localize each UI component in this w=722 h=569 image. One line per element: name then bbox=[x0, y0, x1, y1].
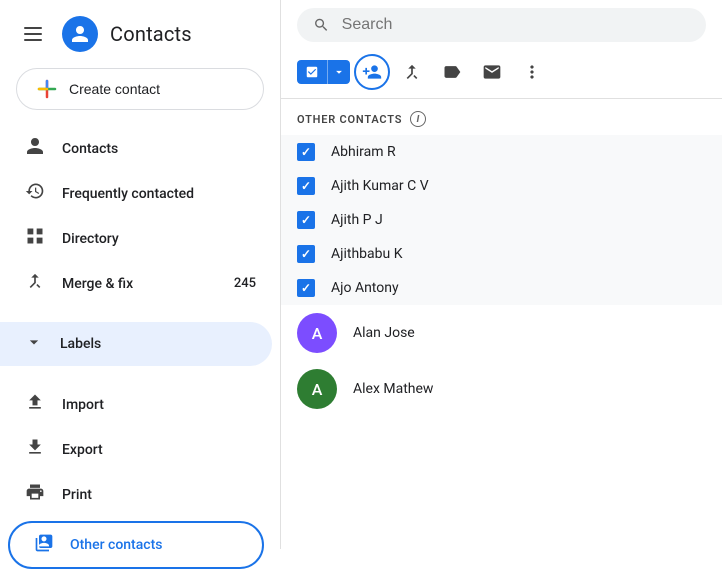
table-row[interactable]: Abhiram R bbox=[281, 135, 722, 169]
search-input[interactable] bbox=[342, 16, 690, 34]
select-all-checkbox[interactable] bbox=[297, 60, 327, 84]
email-icon bbox=[482, 62, 502, 82]
checkbox-icon bbox=[305, 65, 319, 79]
sidebar-item-export[interactable]: Export bbox=[0, 427, 272, 472]
other-contacts-icon bbox=[34, 533, 54, 557]
sidebar-item-other-contacts[interactable]: Other contacts bbox=[8, 521, 264, 569]
main-content: OTHER CONTACTS i Abhiram R Ajith Kumar C… bbox=[280, 0, 722, 549]
sidebar: Contacts Create contact Contacts Frequen… bbox=[0, 0, 280, 549]
table-row[interactable]: Ajith P J bbox=[281, 203, 722, 237]
sidebar-item-frequently-contacted[interactable]: Frequently contacted bbox=[0, 171, 272, 216]
labels-label: Labels bbox=[60, 336, 101, 352]
checkbox-checked[interactable] bbox=[297, 143, 315, 161]
app-title: Contacts bbox=[110, 22, 192, 46]
sidebar-item-contacts[interactable]: Contacts bbox=[0, 126, 272, 171]
export-icon bbox=[24, 437, 46, 462]
merge-icon bbox=[24, 271, 46, 296]
sidebar-item-print[interactable]: Print bbox=[0, 472, 272, 517]
email-button[interactable] bbox=[474, 54, 510, 90]
sidebar-header: Contacts bbox=[0, 8, 280, 64]
select-dropdown-arrow[interactable] bbox=[327, 60, 350, 84]
more-vert-icon bbox=[522, 62, 542, 82]
table-row[interactable]: Ajithbabu K bbox=[281, 237, 722, 271]
dropdown-arrow-icon bbox=[332, 65, 346, 79]
checkbox-checked[interactable] bbox=[297, 177, 315, 195]
add-person-icon bbox=[362, 62, 382, 82]
frequently-contacted-label: Frequently contacted bbox=[62, 186, 194, 202]
section-title: OTHER CONTACTS bbox=[297, 113, 402, 126]
import-label: Import bbox=[62, 397, 104, 413]
merge-fix-label: Merge & fix bbox=[62, 276, 133, 292]
label-icon bbox=[442, 62, 462, 82]
avatar: A bbox=[297, 313, 337, 353]
contact-name: Ajith P J bbox=[331, 212, 383, 228]
label-button[interactable] bbox=[434, 54, 470, 90]
contact-name: Alex Mathew bbox=[353, 381, 433, 397]
checkbox-checked[interactable] bbox=[297, 211, 315, 229]
sidebar-item-merge-fix[interactable]: Merge & fix 245 bbox=[0, 261, 272, 306]
plus-icon bbox=[37, 79, 57, 99]
add-to-contacts-button[interactable] bbox=[354, 54, 390, 90]
table-row[interactable]: A Alan Jose bbox=[281, 305, 722, 361]
table-row[interactable]: A Alex Mathew bbox=[281, 361, 722, 417]
avatar: A bbox=[297, 369, 337, 409]
chevron-down-icon bbox=[24, 332, 44, 356]
checkbox-checked[interactable] bbox=[297, 245, 315, 263]
contact-name: Abhiram R bbox=[331, 144, 396, 160]
merge-button[interactable] bbox=[394, 54, 430, 90]
table-row[interactable]: Ajith Kumar C V bbox=[281, 169, 722, 203]
person-icon bbox=[24, 136, 46, 161]
contact-name: Alan Jose bbox=[353, 325, 415, 341]
more-button[interactable] bbox=[514, 54, 550, 90]
search-bar[interactable] bbox=[297, 8, 706, 42]
table-row[interactable]: Ajo Antony bbox=[281, 271, 722, 305]
sidebar-item-labels[interactable]: Labels bbox=[0, 322, 272, 366]
export-label: Export bbox=[62, 442, 103, 458]
app-logo bbox=[62, 16, 98, 52]
sidebar-item-directory[interactable]: Directory bbox=[0, 216, 272, 261]
sidebar-item-import[interactable]: Import bbox=[0, 382, 272, 427]
contact-list: Abhiram R Ajith Kumar C V Ajith P J Ajit… bbox=[281, 135, 722, 549]
select-all-group[interactable] bbox=[297, 60, 350, 84]
contacts-label: Contacts bbox=[62, 141, 118, 157]
contact-name: Ajo Antony bbox=[331, 280, 399, 296]
merge-fix-badge: 245 bbox=[234, 276, 256, 291]
other-contacts-section-header: OTHER CONTACTS i bbox=[281, 99, 722, 135]
other-contacts-label: Other contacts bbox=[70, 537, 162, 553]
create-contact-label: Create contact bbox=[69, 81, 160, 97]
create-contact-button[interactable]: Create contact bbox=[16, 68, 264, 110]
history-icon bbox=[24, 181, 46, 206]
checkbox-checked[interactable] bbox=[297, 279, 315, 297]
search-icon bbox=[313, 16, 330, 34]
print-label: Print bbox=[62, 487, 92, 503]
toolbar bbox=[281, 50, 722, 99]
grid-icon bbox=[24, 226, 46, 251]
print-icon bbox=[24, 482, 46, 507]
add-to-contacts-wrapper bbox=[354, 54, 390, 90]
merge-toolbar-icon bbox=[402, 62, 422, 82]
directory-label: Directory bbox=[62, 231, 119, 247]
contact-name: Ajith Kumar C V bbox=[331, 178, 429, 194]
contact-name: Ajithbabu K bbox=[331, 246, 403, 262]
hamburger-icon[interactable] bbox=[16, 19, 50, 49]
import-icon bbox=[24, 392, 46, 417]
info-icon[interactable]: i bbox=[410, 111, 426, 127]
